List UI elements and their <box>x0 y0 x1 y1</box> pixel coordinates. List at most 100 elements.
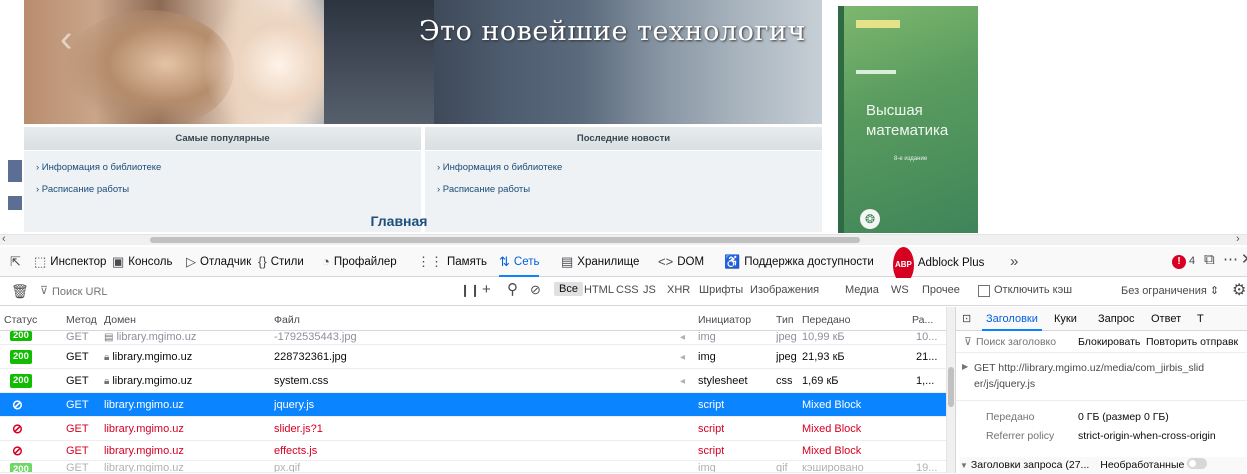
row-file: slider.js?1 <box>274 423 323 435</box>
tab-adblock[interactable]: ABP Adblock Plus <box>893 247 984 283</box>
filter-xhr-button[interactable]: XHR <box>667 284 690 296</box>
filter-media-button[interactable]: Медиа <box>845 284 879 296</box>
slider-prev-icon[interactable]: ‹ <box>60 20 73 58</box>
tab-memory[interactable]: ⋮⋮ Память <box>417 247 487 277</box>
transferred-value: 0 ГБ (размер 0 ГБ) <box>1078 411 1169 423</box>
debugger-icon: ▷ <box>186 254 196 269</box>
filter-other-button[interactable]: Прочее <box>922 284 960 296</box>
tab-timings[interactable]: Т <box>1197 307 1204 331</box>
resend-button[interactable]: Повторить отправк <box>1146 331 1238 353</box>
filter-all-button[interactable]: Все <box>554 282 583 296</box>
side-tab[interactable] <box>8 160 22 182</box>
tab-styles[interactable]: {} Стили <box>258 247 304 277</box>
row-file: px.gif <box>274 462 301 473</box>
expand-icon[interactable]: ▶ <box>962 362 968 371</box>
row-initiator: img <box>698 462 716 473</box>
disable-cache-checkbox[interactable] <box>978 285 990 297</box>
request-headers-section[interactable]: ▼ Заголовки запроса (27... Необработанные <box>960 457 1246 473</box>
request-details-panel: ⊡ Заголовки Куки Запрос Ответ Т ⊽ Поиск … <box>955 307 1247 473</box>
book-label <box>856 20 900 28</box>
table-row-selected[interactable]: ⊘ GET library.mgimo.uz jquery.js script … <box>0 393 955 417</box>
panel-link[interactable]: › Информация о библиотеке <box>24 157 421 179</box>
tab-accessibility[interactable]: ♿ Поддержка доступности <box>724 247 874 277</box>
table-row[interactable]: 200 GET 🔒︎ library.mgimo.uz 228732361.jpg… <box>0 345 955 369</box>
more-icon[interactable]: ⋯ <box>1223 250 1238 268</box>
tab-console[interactable]: ▣ Консоль <box>112 247 172 277</box>
block-button[interactable]: Блокировать <box>1078 331 1140 353</box>
table-row[interactable]: 200 GET ▤ library.mgimo.uz -1792535443.jp… <box>0 331 955 345</box>
details-tabs: ⊡ Заголовки Куки Запрос Ответ Т <box>956 307 1247 331</box>
table-row[interactable]: 200 GET library.mgimo.uz px.gif img gif … <box>0 461 955 473</box>
row-file: effects.js <box>274 445 318 457</box>
filter-fonts-button[interactable]: Шрифты <box>699 284 743 296</box>
tab-cookies[interactable]: Куки <box>1054 307 1077 331</box>
panel-link[interactable]: › Расписание работы <box>24 179 421 201</box>
book-title: Высшая <box>866 102 923 119</box>
table-row[interactable]: ⊘ GET library.mgimo.uz slider.js?1 scrip… <box>0 417 955 441</box>
url-filter-input[interactable] <box>50 283 430 301</box>
scrollbar-thumb[interactable] <box>948 367 954 407</box>
pause-icon[interactable]: ❙❙ <box>460 283 480 297</box>
search-icon[interactable]: ⚲ <box>507 280 518 298</box>
dom-icon: <> <box>658 254 674 269</box>
sidebar-toggle-icon[interactable]: ⊡ <box>962 307 971 331</box>
gear-icon[interactable]: ⚙ <box>1232 280 1246 300</box>
row-size: 1,... <box>916 375 935 387</box>
tab-profiler[interactable]: ◔ Профайлер <box>322 247 397 277</box>
filter-images-button[interactable]: Изображения <box>750 284 819 296</box>
row-domain: library.mgimo.uz <box>104 399 184 411</box>
col-method[interactable]: Метод <box>66 313 97 326</box>
status-badge: 200 <box>10 331 32 341</box>
network-icon: ⇅ <box>499 254 510 269</box>
error-count[interactable]: 4 <box>1189 255 1195 267</box>
tab-response[interactable]: Ответ <box>1151 307 1181 331</box>
disable-cache-label[interactable]: Отключить кэш <box>994 284 1072 296</box>
scrollbar-thumb[interactable] <box>150 237 860 243</box>
table-scrollbar[interactable] <box>946 307 955 473</box>
inspector-icon: ⬚ <box>34 254 47 269</box>
row-transferred: 21,93 кБ <box>802 351 845 363</box>
tab-headers[interactable]: Заголовки <box>982 307 1042 331</box>
dock-icon[interactable]: ⧉ <box>1204 251 1215 268</box>
throttle-select[interactable]: Без ограничения ⇕ <box>1121 284 1219 297</box>
close-icon[interactable]: ✕ <box>1241 250 1247 268</box>
col-transferred[interactable]: Передано <box>802 313 850 326</box>
error-icon[interactable]: ! <box>1172 255 1186 269</box>
book-cover[interactable]: Высшая математика 8-е издание ❂ <box>838 6 978 233</box>
col-type[interactable]: Тип <box>776 313 794 326</box>
col-status[interactable]: Статус <box>4 313 37 326</box>
col-file[interactable]: Файл <box>274 313 300 326</box>
block-icon[interactable]: ⊘ <box>530 282 541 298</box>
row-file: system.css <box>274 375 329 387</box>
raw-toggle[interactable] <box>1187 458 1208 469</box>
tab-request[interactable]: Запрос <box>1098 307 1134 331</box>
pick-element-icon[interactable]: ⇱ <box>10 247 25 277</box>
initiator-arrow-icon: ◂ <box>680 376 686 387</box>
col-initiator[interactable]: Инициатор <box>698 313 751 326</box>
table-row[interactable]: ⊘ GET library.mgimo.uz effects.js script… <box>0 441 955 461</box>
filter-ws-button[interactable]: WS <box>891 284 909 296</box>
scroll-right-icon[interactable]: › <box>1236 233 1240 245</box>
tab-network[interactable]: ⇅ Сеть <box>499 247 540 277</box>
tabs-overflow-icon[interactable]: » <box>1010 247 1022 277</box>
col-domain[interactable]: Домен <box>104 313 136 326</box>
scroll-left-icon[interactable]: ‹ <box>2 233 6 245</box>
col-size[interactable]: Ра... <box>912 313 933 326</box>
panel-link[interactable]: › Информация о библиотеке <box>425 157 822 179</box>
plus-icon[interactable]: + <box>482 281 491 298</box>
row-transferred: Mixed Block <box>802 423 862 435</box>
filter-html-button[interactable]: HTML <box>584 284 614 296</box>
headers-filter-input[interactable]: Поиск заголовко <box>976 331 1056 353</box>
filter-css-button[interactable]: CSS <box>616 284 639 296</box>
trash-icon[interactable]: 🗑 <box>11 283 29 300</box>
tab-storage[interactable]: ▤ Хранилище <box>561 247 639 277</box>
row-method: GET <box>66 462 89 473</box>
side-tab[interactable] <box>8 196 22 210</box>
panel-link[interactable]: › Расписание работы <box>425 179 822 201</box>
horizontal-scrollbar[interactable]: ‹ › <box>0 233 1247 245</box>
tab-debugger[interactable]: ▷ Отладчик <box>186 247 251 277</box>
tab-dom[interactable]: <> DOM <box>658 247 704 277</box>
tab-inspector[interactable]: ⬚ Инспектор <box>34 247 106 277</box>
table-row[interactable]: 200 GET 🔒︎ library.mgimo.uz system.css ◂ … <box>0 369 955 393</box>
filter-js-button[interactable]: JS <box>643 284 656 296</box>
